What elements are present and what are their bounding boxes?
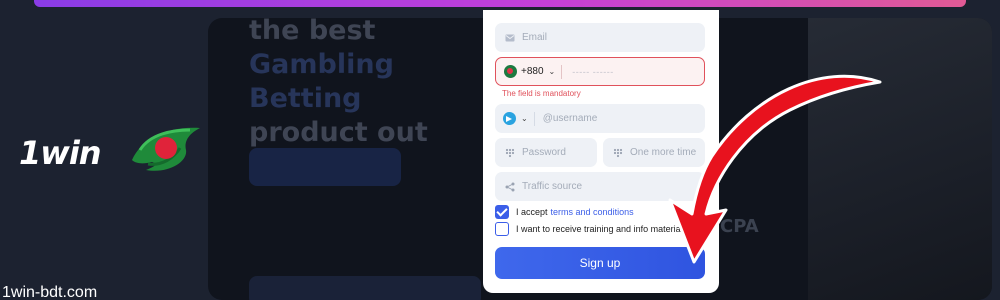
red-curved-arrow-icon — [668, 74, 882, 264]
